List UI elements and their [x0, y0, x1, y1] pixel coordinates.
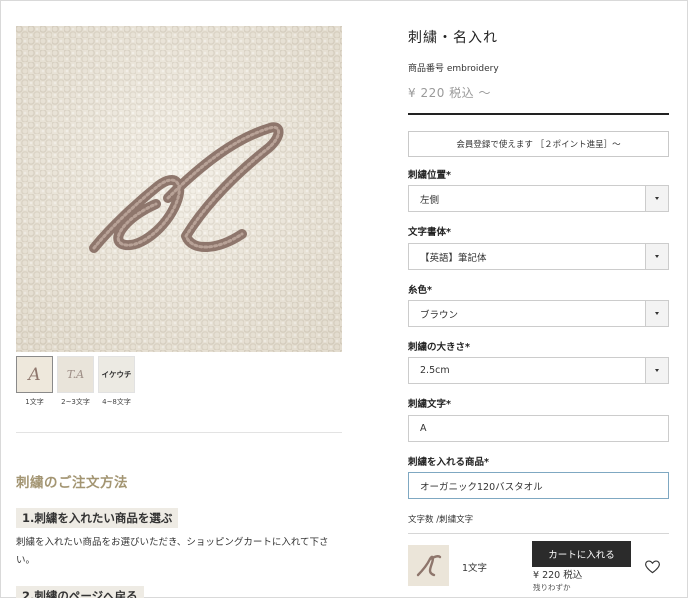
member-registration-button[interactable]: 会員登録で使えます ［２ポイント進呈］〜: [408, 131, 669, 157]
thumbnail-2[interactable]: T.A 2~3文字: [57, 356, 94, 407]
heart-icon[interactable]: [645, 559, 660, 578]
product-title: 刺繍・名入れ: [408, 30, 498, 46]
main-product-image[interactable]: [16, 26, 342, 352]
section-divider: [16, 432, 342, 433]
cart-divider: [408, 533, 669, 534]
product-sku: 商品番号 embroidery: [408, 64, 499, 74]
size-select[interactable]: 2.5cm: [408, 357, 669, 384]
add-to-cart-button[interactable]: カートに入れる: [532, 541, 631, 567]
chevron-down-icon: [645, 358, 668, 383]
price-divider: [408, 113, 669, 115]
thread-color-label: 糸色*: [408, 285, 432, 296]
image-thumbnails: A 1文字 T.A 2~3文字 イケウチ 4~8文字: [16, 356, 135, 407]
font-select-value: 【英語】筆記体: [420, 252, 487, 264]
size-label: 刺繍の大きさ*: [408, 342, 470, 353]
chevron-down-icon: [645, 301, 668, 326]
chevron-down-icon: [645, 244, 668, 269]
stock-status: 残りわずか: [533, 583, 571, 592]
cart-item-name: 1文字: [462, 563, 488, 574]
thumbnail-1[interactable]: A 1文字: [16, 356, 53, 407]
product-price: ¥ 220 税込 〜: [408, 86, 491, 100]
font-select[interactable]: 【英語】筆記体: [408, 243, 669, 270]
target-product-input[interactable]: オーガニック120バスタオル: [408, 472, 669, 499]
embroidery-text-input[interactable]: A: [408, 415, 669, 442]
step-1-heading: 1.刺繍を入れたい商品を選ぶ: [16, 508, 179, 528]
step-2-heading: 2.刺繍のページへ戻る: [16, 586, 144, 598]
thumbnail-image: T.A: [57, 356, 94, 393]
order-guide-title: 刺繍のご注文方法: [16, 475, 128, 491]
thread-color-select[interactable]: ブラウン: [408, 300, 669, 327]
thumbnail-image: イケウチ: [98, 356, 135, 393]
character-count-label: 文字数 /刺繍文字: [408, 515, 474, 525]
embroidery-text-label: 刺繍文字*: [408, 399, 451, 410]
font-label: 文字書体*: [408, 227, 451, 238]
thread-color-select-value: ブラウン: [420, 309, 459, 321]
thumbnail-caption: 4~8文字: [102, 398, 131, 406]
cart-item-image: [408, 545, 449, 586]
cart-item-price: ¥ 220 税込: [533, 570, 583, 581]
thumbnail-image: A: [16, 356, 53, 393]
size-select-value: 2.5cm: [420, 365, 450, 376]
chevron-down-icon: [645, 186, 668, 211]
embroidery-text-value: A: [420, 423, 427, 434]
position-select-value: 左側: [420, 194, 440, 206]
thumbnail-caption: 2~3文字: [61, 398, 90, 406]
thumbnail-3[interactable]: イケウチ 4~8文字: [98, 356, 135, 407]
step-1-description: 刺繍を入れたい商品をお選びいただき、ショッピングカートに入れて下さい。: [16, 537, 329, 566]
thumbnail-caption: 1文字: [25, 398, 44, 406]
target-product-label: 刺繍を入れる商品*: [408, 457, 489, 468]
target-product-value: オーガニック120バスタオル: [420, 481, 543, 493]
position-select[interactable]: 左側: [408, 185, 669, 212]
position-label: 刺繍位置*: [408, 170, 451, 181]
